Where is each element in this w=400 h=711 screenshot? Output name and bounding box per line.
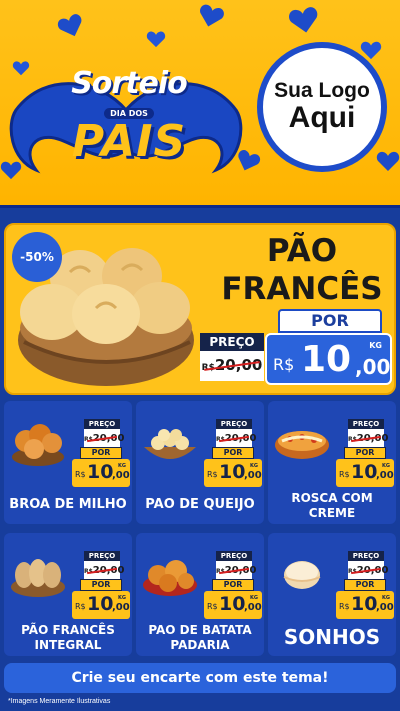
- pao-de-queijo-image: [144, 429, 196, 459]
- logo-placeholder: Sua Logo Aqui: [257, 42, 387, 172]
- por-label: POR: [80, 447, 122, 459]
- product-name: PÃO FRANCÊS INTEGRAL: [21, 623, 115, 652]
- old-price: PREÇOR$20,00: [84, 419, 124, 449]
- heart-icon: [286, 3, 322, 36]
- cta-button[interactable]: Crie seu encarte com este tema!: [4, 663, 396, 693]
- logo-line2: Aqui: [288, 101, 356, 135]
- old-price: PREÇOR$20,00: [216, 419, 256, 449]
- heart-icon: [146, 30, 166, 48]
- heart-icon: [195, 1, 226, 31]
- por-label: POR: [344, 579, 386, 591]
- header-banner: Sorteio DIA DOS PAIS Sua Logo Aqui: [0, 0, 400, 205]
- price: R$ 10,00 KG: [336, 459, 394, 487]
- por-label: POR: [212, 579, 254, 591]
- por-label: POR: [80, 579, 122, 591]
- price: R$ 10,00 KG: [336, 591, 394, 619]
- featured-currency: R$: [273, 355, 295, 374]
- old-price: PREÇOR$20,00: [348, 419, 388, 449]
- pao-frances-integral-image: [11, 559, 65, 597]
- featured-old-price: PREÇO R$20,00: [200, 333, 264, 381]
- broa-de-milho-image: [12, 424, 64, 466]
- product-card: PREÇOR$20,00 POR R$10,00KG ROSCA COM CRE…: [268, 401, 396, 524]
- por-label: POR: [344, 447, 386, 459]
- featured-unit: KG: [369, 341, 382, 350]
- product-card: PREÇOR$20,00 POR R$10,00KG BROA DE MILHO: [4, 401, 132, 524]
- por-label: POR: [212, 447, 254, 459]
- discount-badge: -50%: [12, 232, 62, 282]
- product-name: ROSCA COM CREME: [291, 491, 373, 520]
- product-card: PREÇOR$20,00 POR R$10,00KG PÃO FRANCÊS I…: [4, 533, 132, 656]
- featured-price-int: 10: [301, 339, 352, 380]
- old-price: PREÇOR$20,00: [84, 551, 124, 581]
- heart-icon: [55, 10, 88, 41]
- product-name: PAO DE BATATA PADARIA: [148, 623, 252, 652]
- product-card: PREÇOR$20,00 POR R$10,00KG SONHOS: [268, 533, 396, 656]
- product-card: PREÇOR$20,00 POR R$10,00KG PAO DE BATATA…: [136, 533, 264, 656]
- featured-title-line1: PÃO: [266, 233, 338, 269]
- old-price: PREÇOR$20,00: [348, 551, 388, 581]
- heart-icon: [376, 150, 400, 172]
- featured-title: PÃO FRANCÊS: [212, 232, 392, 308]
- product-name: SONHOS: [283, 625, 381, 649]
- pao-de-batata-image: [143, 560, 197, 596]
- footnote: *Imagens Meramente Ilustrativas: [8, 698, 111, 705]
- featured-preco-label: PREÇO: [200, 333, 264, 351]
- featured-price-dec: ,00: [355, 355, 391, 379]
- product-card: PREÇOR$20,00 POR R$10,00KG PAO DE QUEIJO: [136, 401, 264, 524]
- price: R$ 10,00 KG: [72, 459, 130, 487]
- featured-title-line2: FRANCÊS: [221, 271, 383, 307]
- logo-line1: Sua Logo: [274, 79, 370, 103]
- event-title: Sorteio DIA DOS PAIS: [34, 66, 224, 164]
- price: R$ 10,00 KG: [204, 591, 262, 619]
- price: R$ 10,00 KG: [204, 459, 262, 487]
- event-title-line1: Sorteio: [71, 66, 188, 101]
- product-name: BROA DE MILHO: [9, 497, 127, 512]
- sonhos-image: [283, 561, 321, 589]
- featured-por-label: POR: [278, 309, 382, 333]
- price: R$ 10,00 KG: [72, 591, 130, 619]
- old-price: PREÇOR$20,00: [216, 551, 256, 581]
- rosca-com-creme-image: [275, 431, 329, 459]
- featured-price: R$ 10 ,00 KG: [265, 333, 392, 385]
- product-name: PAO DE QUEIJO: [145, 497, 255, 512]
- event-title-line3: PAIS: [71, 116, 187, 167]
